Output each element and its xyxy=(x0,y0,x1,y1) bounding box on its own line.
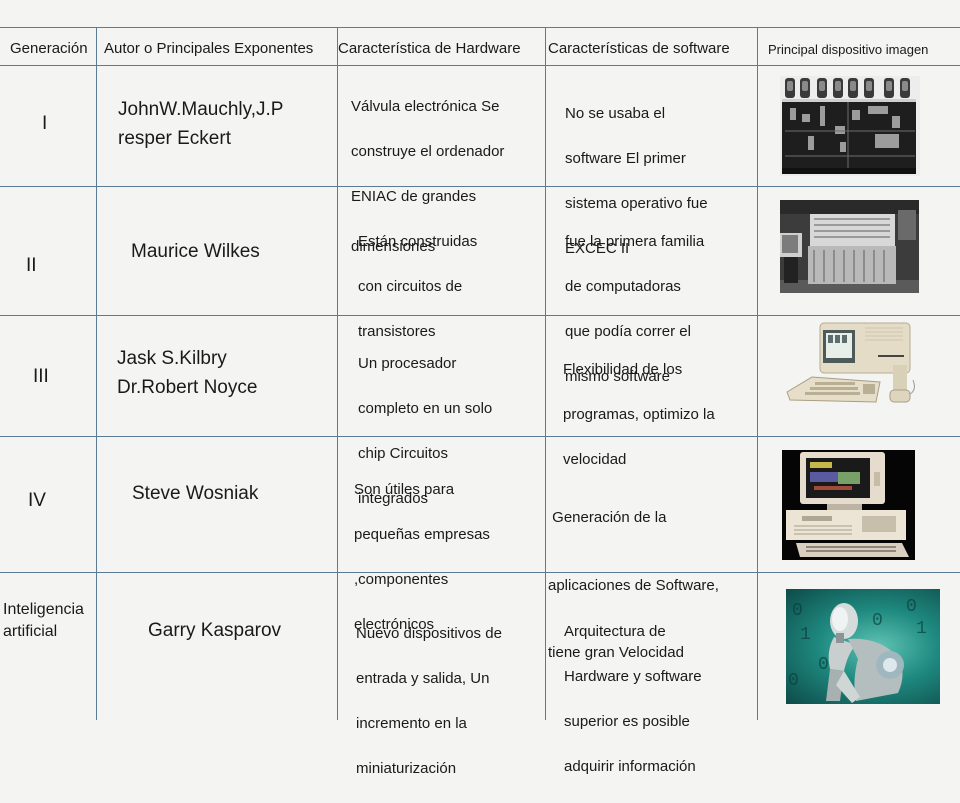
ibm-pc-drawing xyxy=(786,452,909,557)
software-line: aplicaciones de Software, xyxy=(548,576,719,594)
hardware-line: construye el ordenador xyxy=(351,142,505,160)
thinking-robot-drawing: 0 1 0 0 1 0 0 xyxy=(788,597,927,703)
hardware-line: miniaturización xyxy=(356,759,457,777)
hardware-line: Nuevo dispositivos de xyxy=(356,624,502,642)
svg-text:0: 0 xyxy=(788,671,799,691)
author-cell: JohnW.Mauchly,J.P resper Eckert xyxy=(118,95,283,153)
hardware-line: ,componentes xyxy=(354,570,449,588)
author-line: Dr.Robert Noyce xyxy=(117,377,258,398)
column-divider xyxy=(337,27,338,720)
author-line: Jask S.Kilbry xyxy=(117,348,227,369)
svg-text:0: 0 xyxy=(792,601,803,621)
software-line: de computadoras xyxy=(565,277,681,295)
mainframe-computer-image xyxy=(780,200,919,293)
software-line: Generación de la xyxy=(548,509,667,526)
software-line: fue la primera familia xyxy=(565,232,705,250)
vacuum-tube-computer-drawing xyxy=(782,78,916,174)
eniac-computer-image xyxy=(780,76,920,176)
svg-text:0: 0 xyxy=(818,655,829,675)
author-line: resper Eckert xyxy=(118,128,231,149)
software-line: Arquitectura de xyxy=(564,622,666,640)
author-line: Garry Kasparov xyxy=(148,620,282,641)
header-author: Autor o Principales Exponentes xyxy=(104,40,314,57)
generation-cell: IV xyxy=(28,490,46,511)
software-line: adquirir información xyxy=(564,757,696,775)
software-line: No se usaba el xyxy=(565,104,666,122)
desktop-computer-image xyxy=(785,320,920,410)
generation-line: Inteligencia xyxy=(3,601,84,618)
pc-computer-image xyxy=(782,450,915,560)
svg-text:0: 0 xyxy=(906,597,917,617)
generation-cell: II xyxy=(26,255,37,276)
author-cell: Garry Kasparov xyxy=(148,616,281,645)
hardware-cell: Nuevo dispositivos de entrada y salida, … xyxy=(356,600,502,803)
author-cell: Jask S.Kilbry Dr.Robert Noyce xyxy=(117,344,257,402)
author-line: Steve Wosniak xyxy=(132,483,259,504)
software-line: Hardware y software xyxy=(564,667,702,685)
hardware-line: ENIAC de grandes xyxy=(351,187,477,205)
hardware-line: Son útiles para xyxy=(354,480,455,498)
software-line: programas, optimizo la xyxy=(563,405,715,423)
author-line: Maurice Wilkes xyxy=(131,241,260,262)
column-divider xyxy=(545,27,546,720)
table-border-top xyxy=(0,27,960,28)
desktop-computer-drawing xyxy=(786,322,915,403)
svg-text:0: 0 xyxy=(872,611,883,631)
header-hardware: Característica de Hardware xyxy=(338,40,521,57)
generation-line: artificial xyxy=(3,623,58,640)
hardware-line: Un procesador xyxy=(358,354,457,372)
generation-cell: III xyxy=(33,366,49,387)
header-image: Principal dispositivo imagen xyxy=(768,42,929,57)
software-cell: Arquitectura de Hardware y software supe… xyxy=(564,598,702,801)
author-cell: Maurice Wilkes xyxy=(131,237,260,266)
author-line: JohnW.Mauchly,J.P xyxy=(118,99,284,120)
generation-cell: Inteligencia artificial xyxy=(3,599,84,643)
column-divider xyxy=(757,27,758,720)
software-line: superior es posible xyxy=(564,712,690,730)
header-generation: Generación xyxy=(10,40,88,57)
hardware-line: Válvula electrónica Se xyxy=(351,97,500,115)
header-row-divider xyxy=(0,65,960,66)
transistor-computer-drawing xyxy=(780,200,919,293)
hardware-line: Están construidas xyxy=(358,232,478,250)
svg-text:1: 1 xyxy=(916,619,927,639)
svg-text:1: 1 xyxy=(800,625,811,645)
hardware-line: entrada y salida, Un xyxy=(356,669,490,687)
ai-robot-image: 0 1 0 0 1 0 0 xyxy=(786,589,940,704)
hardware-line: completo en un solo xyxy=(358,399,493,417)
hardware-line: pequeñas empresas xyxy=(354,525,490,543)
author-cell: Steve Wosniak xyxy=(132,479,258,508)
row-divider xyxy=(0,315,960,316)
column-divider xyxy=(96,27,97,720)
hardware-line: con circuitos de xyxy=(358,277,463,295)
generation-cell: I xyxy=(42,113,48,134)
software-line: Flexibilidad de los xyxy=(563,360,683,378)
software-line: software El primer xyxy=(565,149,686,167)
header-software: Características de software xyxy=(548,40,730,57)
hardware-line: incremento en la xyxy=(356,714,467,732)
